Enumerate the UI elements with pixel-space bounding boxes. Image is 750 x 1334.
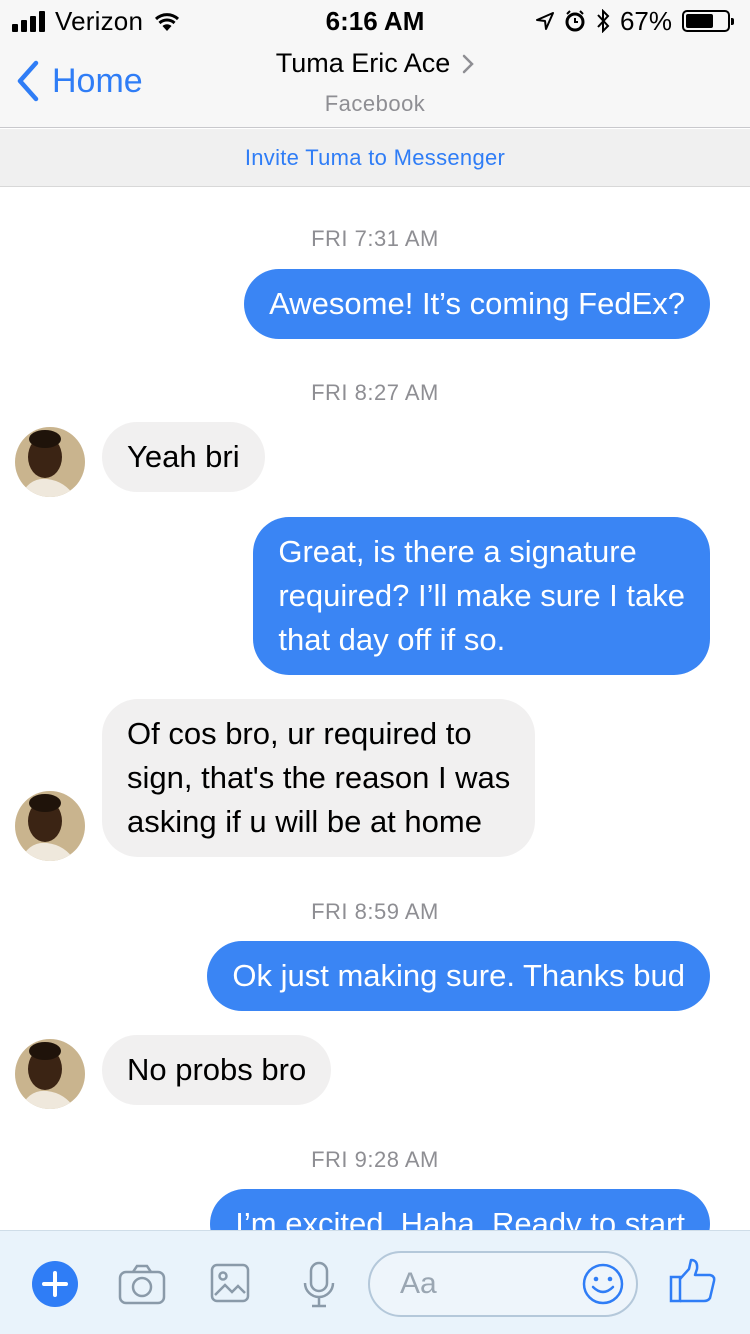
message-line: that day off if so.: [278, 622, 506, 657]
composer-bar: [0, 1230, 750, 1334]
outgoing-message[interactable]: I’m excited. Haha. Ready to start: [210, 1189, 710, 1230]
message-line: Ok just making sure. Thanks bud: [232, 958, 685, 993]
message-line: Awesome! It’s coming FedEx?: [269, 286, 685, 321]
alarm-icon: [565, 10, 585, 32]
message-line: Great, is there a signature: [278, 534, 637, 569]
status-bar: Verizon 6:16 AM 67%: [0, 0, 750, 40]
location-icon: [535, 12, 554, 30]
add-button[interactable]: [32, 1261, 78, 1312]
timestamp: FRI 8:27 AM: [311, 380, 439, 405]
contact-name: Tuma Eric Ace: [275, 48, 451, 78]
avatar-image: [15, 1039, 85, 1109]
avatar-image: [15, 427, 85, 497]
invite-banner[interactable]: Invite Tuma to Messenger: [0, 129, 750, 187]
outgoing-message[interactable]: Ok just making sure. Thanks bud: [207, 941, 710, 1011]
incoming-message[interactable]: Of cos bro, ur required to sign, that's …: [102, 699, 536, 857]
gallery-icon: [210, 1263, 250, 1303]
plus-icon: [32, 1261, 78, 1307]
gallery-button[interactable]: [210, 1263, 250, 1308]
avatar[interactable]: [15, 427, 85, 497]
timestamp: FRI 8:59 AM: [311, 899, 439, 924]
avatar[interactable]: [15, 1039, 85, 1109]
message-line: asking if u will be at home: [127, 804, 482, 839]
timestamp: FRI 7:31 AM: [311, 226, 439, 251]
camera-button[interactable]: [118, 1263, 166, 1310]
bluetooth-icon: [597, 9, 610, 33]
avatar-image: [15, 791, 85, 861]
message-line: I’m excited. Haha. Ready to start: [235, 1206, 685, 1230]
voice-button[interactable]: [302, 1261, 336, 1314]
message-line: Of cos bro, ur required to: [127, 716, 472, 751]
battery-level: [686, 14, 713, 28]
incoming-message[interactable]: No probs bro: [102, 1035, 332, 1105]
conversation-header[interactable]: Tuma Eric Ace Facebook: [0, 48, 750, 117]
message-line: required? I’ll make sure I take: [278, 578, 685, 613]
camera-icon: [118, 1264, 166, 1305]
message-line: No probs bro: [127, 1052, 307, 1087]
emoji-button[interactable]: [582, 1263, 624, 1310]
message-line: sign, that's the reason I was: [127, 760, 511, 795]
thumbs-up-icon: [669, 1258, 716, 1303]
status-right: 67%: [535, 5, 734, 36]
chevron-right-icon: [463, 54, 475, 73]
microphone-icon: [303, 1261, 335, 1308]
message-line: Yeah bri: [127, 439, 240, 474]
outgoing-message[interactable]: Great, is there a signature required? I’…: [253, 517, 710, 675]
battery-percent: 67%: [619, 5, 672, 36]
outgoing-message[interactable]: Awesome! It’s coming FedEx?: [244, 269, 710, 339]
incoming-message[interactable]: Yeah bri: [102, 422, 265, 492]
battery-icon: [682, 10, 734, 32]
contact-name-row[interactable]: Tuma Eric Ace: [276, 48, 475, 79]
nav-bar: Home Tuma Eric Ace Facebook: [0, 40, 750, 128]
timestamp: FRI 9:28 AM: [311, 1147, 439, 1172]
like-button[interactable]: [668, 1257, 718, 1310]
conversation-thread[interactable]: FRI 7:31 AM Awesome! It’s coming FedEx? …: [0, 188, 750, 1230]
contact-source: Facebook: [324, 91, 426, 116]
avatar[interactable]: [15, 791, 85, 861]
emoji-icon: [582, 1263, 624, 1305]
